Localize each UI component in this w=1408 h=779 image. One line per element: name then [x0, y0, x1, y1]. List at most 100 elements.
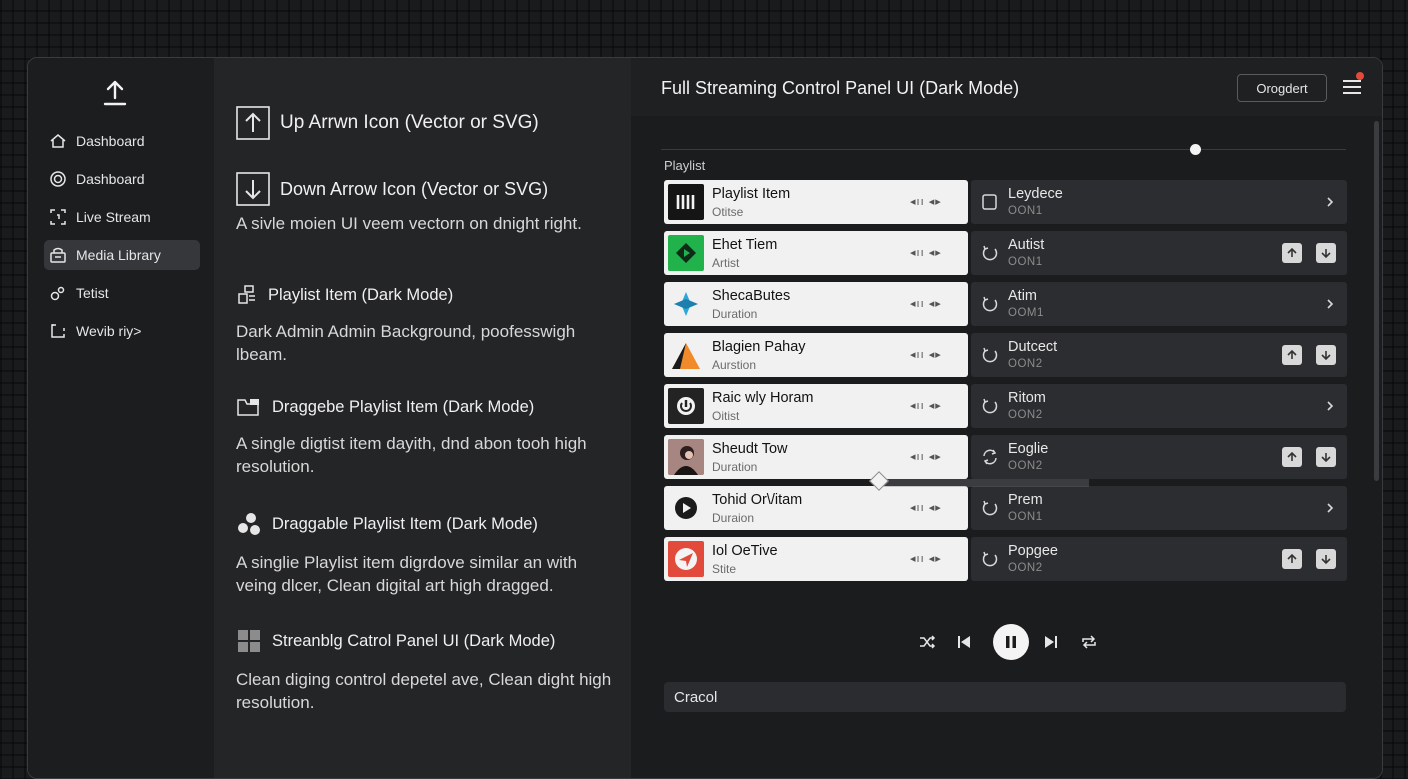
- header-button[interactable]: Orogdert: [1237, 74, 1327, 102]
- playlist-item-controls[interactable]: ◂ıı ◂▸: [910, 501, 942, 514]
- playlist-item-description: Dark Admin Admin Background, poofesswigh…: [236, 322, 576, 364]
- playlist-item-controls[interactable]: ◂ıı ◂▸: [910, 348, 942, 361]
- playlist-card[interactable]: Sheudt Tow Duration ◂ıı ◂▸: [664, 435, 968, 479]
- move-up-button[interactable]: [1282, 243, 1302, 263]
- playlist-detail[interactable]: Prem OON1: [971, 486, 1347, 530]
- previous-icon[interactable]: [954, 632, 974, 652]
- detail-title: Eoglie: [1008, 441, 1049, 457]
- playlist-detail[interactable]: Atim OOM1: [971, 282, 1347, 326]
- chevron-right-icon[interactable]: [1323, 295, 1337, 313]
- playlist-row[interactable]: Sheudt Tow Duration ◂ıı ◂▸ Eoglie OON2: [664, 435, 1347, 479]
- sidebar-item-wevib[interactable]: Wevib riy>: [44, 316, 200, 346]
- playlist-item-controls[interactable]: ◂ıı ◂▸: [910, 246, 942, 259]
- chevron-right-icon[interactable]: [1323, 193, 1337, 211]
- playlist-row[interactable]: Tohid Or\/itam Duraion ◂ıı ◂▸ Prem OON1: [664, 486, 1347, 530]
- refresh-icon[interactable]: [981, 346, 999, 364]
- playlist-card[interactable]: Blagien Pahay Aurstion ◂ıı ◂▸: [664, 333, 968, 377]
- sync-icon[interactable]: [981, 448, 999, 466]
- notification-badge: [1356, 72, 1364, 80]
- up-arrow-section: Up Arrwn Icon (Vector or SVG): [236, 106, 616, 140]
- move-down-button[interactable]: [1316, 243, 1336, 263]
- playlist-card[interactable]: Raic wly Horam Oitist ◂ıı ◂▸: [664, 384, 968, 428]
- playlist-row[interactable]: Raic wly Horam Oitist ◂ıı ◂▸ Ritom OON2: [664, 384, 1347, 428]
- checkbox-icon[interactable]: [981, 193, 999, 211]
- refresh-icon[interactable]: [981, 295, 999, 313]
- scrollbar[interactable]: [1374, 121, 1379, 481]
- sidebar-item-live-stream[interactable]: Live Stream: [44, 202, 200, 232]
- sidebar-item-tetist[interactable]: Tetist: [44, 278, 200, 308]
- playlist-card[interactable]: ShecaButes Duration ◂ıı ◂▸: [664, 282, 968, 326]
- playlist-card[interactable]: Playlist Item Otitse ◂ıı ◂▸: [664, 180, 968, 224]
- sidebar-item-dashboard[interactable]: Dashboard: [44, 126, 200, 156]
- refresh-icon[interactable]: [981, 550, 999, 568]
- move-up-button[interactable]: [1282, 447, 1302, 467]
- arrow-up-icon: [1287, 247, 1297, 257]
- move-up-button[interactable]: [1282, 345, 1302, 365]
- upload-arrow-icon[interactable]: [100, 78, 130, 108]
- playlist-detail[interactable]: Autist OON1: [971, 231, 1347, 275]
- sidebar-item-media-library[interactable]: Media Library: [44, 240, 200, 270]
- sidebar-item-dashboard-2[interactable]: Dashboard: [44, 164, 200, 194]
- cancel-field[interactable]: Cracol: [664, 682, 1346, 712]
- next-icon[interactable]: [1041, 632, 1061, 652]
- draggable-item-heading: Draggebe Playlist Item (Dark Mode): [236, 396, 616, 418]
- playlist-row[interactable]: Ehet Tiem Artist ◂ıı ◂▸ Autist OON1: [664, 231, 1347, 275]
- move-up-button[interactable]: [1282, 549, 1302, 569]
- playlist-item-title: Blagien Pahay: [712, 339, 806, 355]
- detail-title: Atim: [1008, 288, 1037, 304]
- playback-progress-track[interactable]: [661, 149, 1346, 150]
- detail-subtitle: OON2: [1008, 358, 1043, 370]
- shuffle-icon[interactable]: [917, 632, 937, 652]
- playlist-item-controls[interactable]: ◂ıı ◂▸: [910, 450, 942, 463]
- playlist-row[interactable]: ShecaButes Duration ◂ıı ◂▸ Atim OOM1: [664, 282, 1347, 326]
- playlist-detail[interactable]: Popgee OON2: [971, 537, 1347, 581]
- detail-title: Autist: [1008, 237, 1045, 253]
- refresh-icon[interactable]: [981, 499, 999, 517]
- playlist-item-title: Sheudt Tow: [712, 441, 788, 457]
- playlist-detail[interactable]: Leydece OON1: [971, 180, 1347, 224]
- chevron-right-icon[interactable]: [1323, 397, 1337, 415]
- repeat-icon[interactable]: [1079, 632, 1099, 652]
- detail-subtitle: OON2: [1008, 460, 1043, 472]
- move-down-button[interactable]: [1316, 549, 1336, 569]
- detail-subtitle: OON1: [1008, 511, 1043, 523]
- window-icon: [48, 321, 68, 341]
- detail-title: Dutcect: [1008, 339, 1058, 355]
- control-panel-description: Clean diging control depetel ave, Clean …: [236, 670, 612, 712]
- playlist-item-controls[interactable]: ◂ıı ◂▸: [910, 552, 942, 565]
- refresh-icon[interactable]: [981, 397, 999, 415]
- playlist-row[interactable]: Playlist Item Otitse ◂ıı ◂▸ Leydece OON1: [664, 180, 1347, 224]
- grid-icon: [236, 628, 262, 654]
- playlist-item-heading: Playlist Item (Dark Mode): [236, 284, 616, 306]
- move-down-button[interactable]: [1316, 345, 1336, 365]
- playlist-row[interactable]: Blagien Pahay Aurstion ◂ıı ◂▸ Dutcect OO…: [664, 333, 1347, 377]
- app-window: Dashboard Dashboard Live Stream Media Li…: [27, 57, 1383, 779]
- arrow-down-icon: [1321, 453, 1331, 463]
- down-arrow-description: A sivle moien UI veem vectorn on dnight …: [236, 214, 582, 233]
- playback-progress-knob[interactable]: [1190, 144, 1202, 155]
- chevron-right-icon[interactable]: [1323, 499, 1337, 517]
- playlist-detail[interactable]: Eoglie OON2: [971, 435, 1347, 479]
- playlist-item-controls[interactable]: ◂ıı ◂▸: [910, 297, 942, 310]
- pause-button[interactable]: [993, 624, 1029, 660]
- sidebar-item-label: Wevib riy>: [76, 323, 142, 339]
- playlist-item-subtitle: Duration: [712, 460, 758, 474]
- up-arrow-icon: [236, 106, 270, 140]
- panel-title: Full Streaming Control Panel UI (Dark Mo…: [661, 78, 1020, 98]
- playlist-detail[interactable]: Dutcect OON2: [971, 333, 1347, 377]
- playlist-item-title: Iol OeTive: [712, 543, 778, 559]
- playlist-card[interactable]: Ehet Tiem Artist ◂ıı ◂▸: [664, 231, 968, 275]
- detail-title: Prem: [1008, 492, 1043, 508]
- playlist-item-controls[interactable]: ◂ıı ◂▸: [910, 399, 942, 412]
- playlist-card[interactable]: Iol OeTive Stite ◂ıı ◂▸: [664, 537, 968, 581]
- arrow-down-icon: [1321, 555, 1331, 565]
- playlist-card[interactable]: Tohid Or\/itam Duraion ◂ıı ◂▸: [664, 486, 968, 530]
- playlist-row[interactable]: Iol OeTive Stite ◂ıı ◂▸ Popgee OON2: [664, 537, 1347, 581]
- orange-triangle-thumbnail-icon: [668, 337, 704, 373]
- move-down-button[interactable]: [1316, 447, 1336, 467]
- sidebar-nav: Dashboard Dashboard Live Stream Media Li…: [44, 126, 200, 354]
- playlist-detail[interactable]: Ritom OON2: [971, 384, 1347, 428]
- refresh-icon[interactable]: [981, 244, 999, 262]
- playlist-item-controls[interactable]: ◂ıı ◂▸: [910, 195, 942, 208]
- pause-icon: [1006, 636, 1016, 648]
